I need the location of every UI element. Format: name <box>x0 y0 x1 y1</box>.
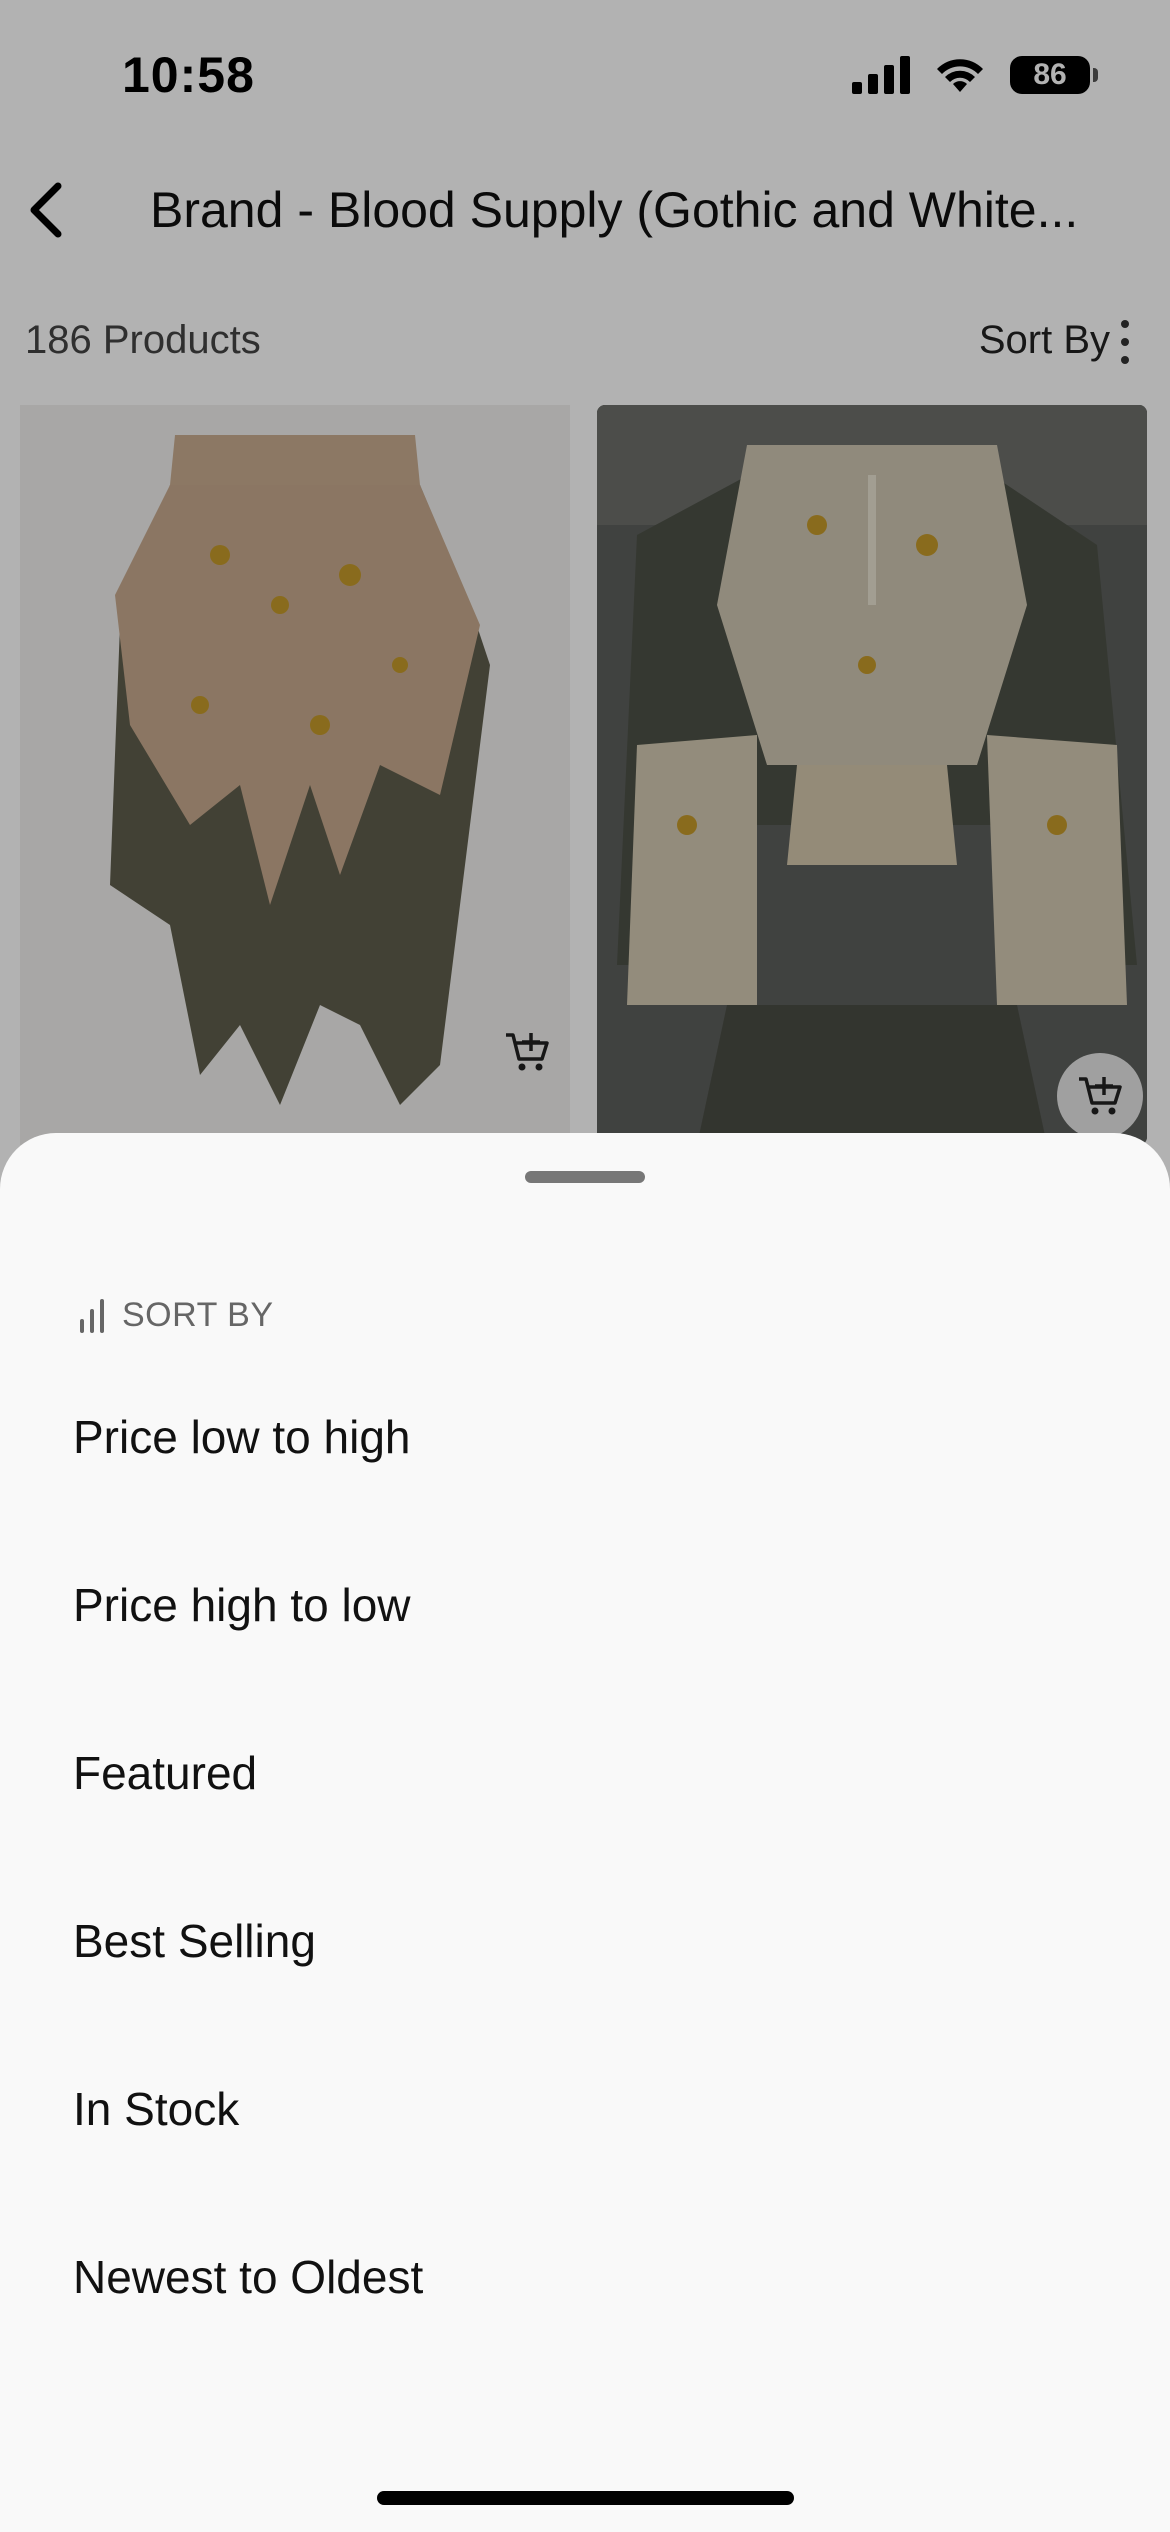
sort-option-in-stock[interactable]: In Stock <box>0 2025 1170 2193</box>
sort-option-price-high-low[interactable]: Price high to low <box>0 1521 1170 1689</box>
sort-bottom-sheet: SORT BY Price low to high Price high to … <box>0 1133 1170 2532</box>
sort-option-newest[interactable]: Newest to Oldest <box>0 2193 1170 2361</box>
sheet-grabber[interactable] <box>525 1171 645 1183</box>
sort-option-featured[interactable]: Featured <box>0 1689 1170 1857</box>
sort-option-price-low-high[interactable]: Price low to high <box>0 1353 1170 1521</box>
sort-option-best-selling[interactable]: Best Selling <box>0 1857 1170 2025</box>
bars-icon <box>80 1297 114 1333</box>
home-indicator[interactable] <box>377 2491 794 2505</box>
sheet-title: SORT BY <box>122 1296 274 1334</box>
sort-options-list: Price low to high Price high to low Feat… <box>0 1353 1170 2361</box>
sheet-header: SORT BY <box>80 1283 274 1333</box>
